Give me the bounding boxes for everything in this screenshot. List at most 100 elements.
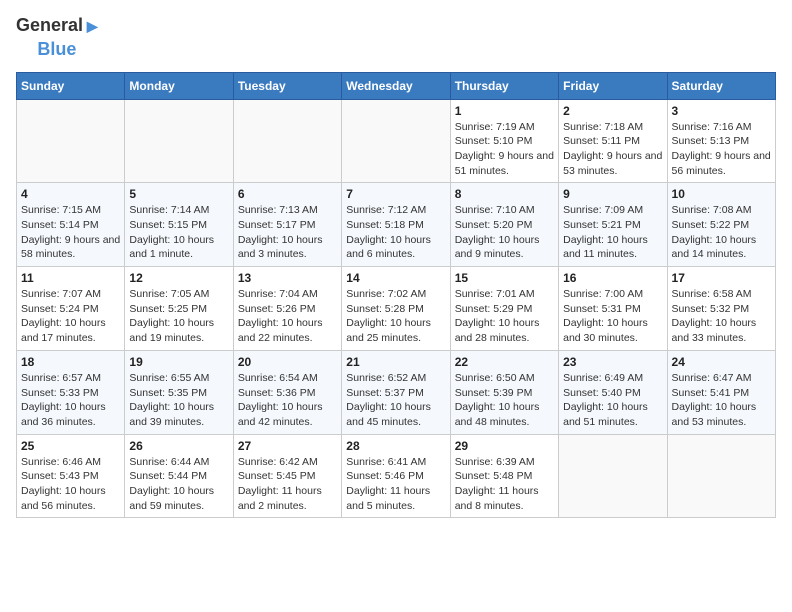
day-number: 1 [455,104,554,118]
day-number: 14 [346,271,445,285]
day-number: 12 [129,271,228,285]
logo-line1: General ▶ [16,16,98,36]
day-number: 2 [563,104,662,118]
week-row-4: 18 Sunrise: 6:57 AM Sunset: 5:33 PM Dayli… [17,350,776,434]
day-info: Sunrise: 6:52 AM Sunset: 5:37 PM Dayligh… [346,371,445,430]
calendar-cell: 9 Sunrise: 7:09 AM Sunset: 5:21 PM Daylig… [559,183,667,267]
calendar-cell: 3 Sunrise: 7:16 AM Sunset: 5:13 PM Daylig… [667,99,775,183]
day-number: 6 [238,187,337,201]
page-header: General ▶ Blue [16,16,776,60]
calendar-cell [17,99,125,183]
logo-line2: Blue [37,40,76,60]
day-number: 16 [563,271,662,285]
calendar-cell [125,99,233,183]
calendar-cell: 22 Sunrise: 6:50 AM Sunset: 5:39 PM Dayli… [450,350,558,434]
calendar-cell: 7 Sunrise: 7:12 AM Sunset: 5:18 PM Daylig… [342,183,450,267]
day-number: 19 [129,355,228,369]
day-info: Sunrise: 6:41 AM Sunset: 5:46 PM Dayligh… [346,455,445,514]
calendar-cell: 15 Sunrise: 7:01 AM Sunset: 5:29 PM Dayli… [450,267,558,351]
day-info: Sunrise: 6:50 AM Sunset: 5:39 PM Dayligh… [455,371,554,430]
day-number: 18 [21,355,120,369]
calendar-cell: 14 Sunrise: 7:02 AM Sunset: 5:28 PM Dayli… [342,267,450,351]
day-info: Sunrise: 7:02 AM Sunset: 5:28 PM Dayligh… [346,287,445,346]
day-number: 3 [672,104,771,118]
day-number: 17 [672,271,771,285]
calendar-cell: 20Sunrise: 6:54 AM Sunset: 5:36 PM Dayli… [233,350,341,434]
day-info: Sunrise: 7:05 AM Sunset: 5:25 PM Dayligh… [129,287,228,346]
day-info: Sunrise: 7:08 AM Sunset: 5:22 PM Dayligh… [672,203,771,262]
day-info: Sunrise: 7:14 AM Sunset: 5:15 PM Dayligh… [129,203,228,262]
day-info: Sunrise: 7:04 AM Sunset: 5:26 PM Dayligh… [238,287,337,346]
day-number: 5 [129,187,228,201]
day-info: Sunrise: 6:58 AM Sunset: 5:32 PM Dayligh… [672,287,771,346]
calendar-cell: 16 Sunrise: 7:00 AM Sunset: 5:31 PM Dayli… [559,267,667,351]
day-info: Sunrise: 6:57 AM Sunset: 5:33 PM Dayligh… [21,371,120,430]
day-info: Sunrise: 7:07 AM Sunset: 5:24 PM Dayligh… [21,287,120,346]
calendar-cell [667,434,775,518]
day-number: 4 [21,187,120,201]
day-info: Sunrise: 6:49 AM Sunset: 5:40 PM Dayligh… [563,371,662,430]
day-number: 13 [238,271,337,285]
day-info: Sunrise: 7:12 AM Sunset: 5:18 PM Dayligh… [346,203,445,262]
calendar-cell: 10 Sunrise: 7:08 AM Sunset: 5:22 PM Dayli… [667,183,775,267]
calendar-cell: 23 Sunrise: 6:49 AM Sunset: 5:40 PM Dayli… [559,350,667,434]
day-number: 10 [672,187,771,201]
calendar-cell [233,99,341,183]
calendar-cell: 8Sunrise: 7:10 AM Sunset: 5:20 PM Daylig… [450,183,558,267]
week-row-2: 4 Sunrise: 7:15 AM Sunset: 5:14 PM Daylig… [17,183,776,267]
calendar-cell: 6Sunrise: 7:13 AM Sunset: 5:17 PM Daylig… [233,183,341,267]
week-row-5: 25 Sunrise: 6:46 AM Sunset: 5:43 PM Dayli… [17,434,776,518]
weekday-header-tuesday: Tuesday [233,72,341,99]
calendar-cell: 12 Sunrise: 7:05 AM Sunset: 5:25 PM Dayli… [125,267,233,351]
weekday-header-saturday: Saturday [667,72,775,99]
calendar-cell: 13 Sunrise: 7:04 AM Sunset: 5:26 PM Dayli… [233,267,341,351]
calendar-cell [559,434,667,518]
day-info: Sunrise: 6:47 AM Sunset: 5:41 PM Dayligh… [672,371,771,430]
calendar-cell: 21 Sunrise: 6:52 AM Sunset: 5:37 PM Dayli… [342,350,450,434]
day-number: 25 [21,439,120,453]
day-info: Sunrise: 7:00 AM Sunset: 5:31 PM Dayligh… [563,287,662,346]
day-number: 28 [346,439,445,453]
day-info: Sunrise: 7:01 AM Sunset: 5:29 PM Dayligh… [455,287,554,346]
day-info: Sunrise: 6:54 AM Sunset: 5:36 PM Dayligh… [238,371,337,430]
day-info: Sunrise: 7:19 AM Sunset: 5:10 PM Dayligh… [455,120,554,179]
day-number: 9 [563,187,662,201]
calendar-table: SundayMondayTuesdayWednesdayThursdayFrid… [16,72,776,519]
day-info: Sunrise: 7:18 AM Sunset: 5:11 PM Dayligh… [563,120,662,179]
day-info: Sunrise: 7:16 AM Sunset: 5:13 PM Dayligh… [672,120,771,179]
day-number: 23 [563,355,662,369]
calendar-cell: 24Sunrise: 6:47 AM Sunset: 5:41 PM Dayli… [667,350,775,434]
week-row-3: 11 Sunrise: 7:07 AM Sunset: 5:24 PM Dayli… [17,267,776,351]
day-number: 29 [455,439,554,453]
calendar-cell: 19 Sunrise: 6:55 AM Sunset: 5:35 PM Dayli… [125,350,233,434]
day-info: Sunrise: 6:44 AM Sunset: 5:44 PM Dayligh… [129,455,228,514]
calendar-cell: 5 Sunrise: 7:14 AM Sunset: 5:15 PM Daylig… [125,183,233,267]
calendar-cell: 1 Sunrise: 7:19 AM Sunset: 5:10 PM Daylig… [450,99,558,183]
weekday-header-monday: Monday [125,72,233,99]
day-info: Sunrise: 6:39 AM Sunset: 5:48 PM Dayligh… [455,455,554,514]
day-number: 8 [455,187,554,201]
weekday-header-sunday: Sunday [17,72,125,99]
day-number: 11 [21,271,120,285]
day-number: 22 [455,355,554,369]
calendar-cell: 26 Sunrise: 6:44 AM Sunset: 5:44 PM Dayli… [125,434,233,518]
calendar-cell: 28 Sunrise: 6:41 AM Sunset: 5:46 PM Dayli… [342,434,450,518]
weekday-header-thursday: Thursday [450,72,558,99]
day-info: Sunrise: 6:46 AM Sunset: 5:43 PM Dayligh… [21,455,120,514]
day-number: 26 [129,439,228,453]
day-number: 7 [346,187,445,201]
calendar-cell: 2 Sunrise: 7:18 AM Sunset: 5:11 PM Daylig… [559,99,667,183]
calendar-cell: 17 Sunrise: 6:58 AM Sunset: 5:32 PM Dayli… [667,267,775,351]
day-info: Sunrise: 6:55 AM Sunset: 5:35 PM Dayligh… [129,371,228,430]
day-number: 21 [346,355,445,369]
day-info: Sunrise: 6:42 AM Sunset: 5:45 PM Dayligh… [238,455,337,514]
calendar-cell: 27 Sunrise: 6:42 AM Sunset: 5:45 PM Dayli… [233,434,341,518]
day-number: 15 [455,271,554,285]
day-number: 27 [238,439,337,453]
calendar-cell: 25 Sunrise: 6:46 AM Sunset: 5:43 PM Dayli… [17,434,125,518]
day-info: Sunrise: 7:15 AM Sunset: 5:14 PM Dayligh… [21,203,120,262]
calendar-cell: 18 Sunrise: 6:57 AM Sunset: 5:33 PM Dayli… [17,350,125,434]
calendar-cell [342,99,450,183]
calendar-cell: 29 Sunrise: 6:39 AM Sunset: 5:48 PM Dayli… [450,434,558,518]
day-info: Sunrise: 7:09 AM Sunset: 5:21 PM Dayligh… [563,203,662,262]
